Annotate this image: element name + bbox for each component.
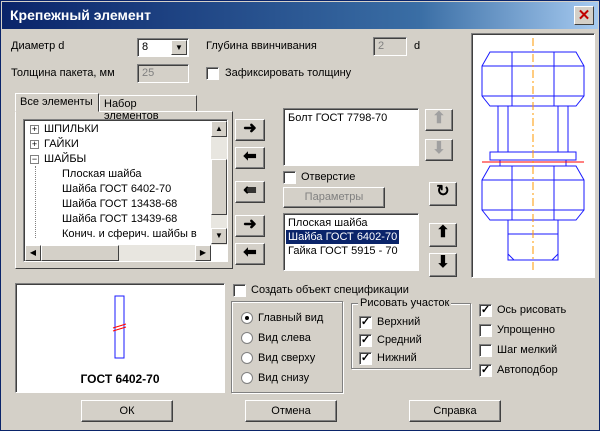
bolt-list[interactable]: Болт ГОСТ 7798-70	[283, 108, 419, 166]
list-item[interactable]: Плоская шайба	[286, 216, 370, 230]
depth-input[interactable]: 2	[373, 37, 407, 56]
tab-element-set[interactable]: Набор элементов	[99, 95, 197, 122]
draw-section-label: Средний	[377, 334, 422, 346]
ok-button[interactable]: ОК	[81, 400, 173, 422]
list-item[interactable]: Болт ГОСТ 7798-70	[286, 111, 389, 125]
move-down-button-disabled[interactable]: ⬇	[425, 139, 453, 161]
depth-unit: d	[414, 40, 421, 52]
remove-left-button-2[interactable]: ⬅	[235, 243, 265, 265]
view-label: Вид слева	[258, 332, 311, 344]
thickness-label: Толщина пакета, мм	[11, 67, 115, 79]
draw-section-title: Рисовать участок	[358, 297, 452, 309]
tree-hscrollbar[interactable]: ◀ ▶	[25, 245, 211, 261]
expand-icon[interactable]: +	[30, 140, 39, 149]
window-title: Крепежный элемент	[10, 7, 151, 23]
diameter-combo[interactable]: 8 ▼	[137, 38, 189, 57]
thickness-value: 25	[142, 67, 155, 79]
hole-label: Отверстие	[301, 171, 356, 183]
tree-group-label: ГАЙКИ	[44, 138, 79, 150]
view-radio-bottom[interactable]	[241, 372, 253, 384]
simplified-checkbox[interactable]	[479, 324, 492, 337]
tab-all-elements[interactable]: Все элементы	[15, 93, 99, 112]
fix-thickness-label: Зафиксировать толщину	[225, 67, 352, 79]
create-spec-checkbox[interactable]	[233, 284, 246, 297]
option-label: Шаг мелкий	[497, 344, 558, 356]
create-spec-label: Создать объект спецификации	[251, 284, 409, 296]
set-list[interactable]: Плоская шайба Шайба ГОСТ 6402-70 Гайка Г…	[283, 213, 419, 271]
tree-item[interactable]: Конич. и сферич. шайбы в сбо	[62, 227, 212, 242]
option-label: Ось рисовать	[497, 304, 567, 316]
diameter-label: Диаметр d	[11, 40, 65, 52]
tree-line	[35, 166, 36, 238]
assembly-preview	[471, 33, 595, 278]
fix-thickness-checkbox[interactable]	[206, 67, 219, 80]
draw-section-label: Нижний	[377, 352, 417, 364]
draw-upper-checkbox[interactable]: ✓	[359, 316, 372, 329]
chevron-down-icon[interactable]: ▼	[171, 40, 187, 55]
diameter-value: 8	[142, 41, 149, 53]
tab-all-elements-label: Все элементы	[20, 96, 93, 108]
scroll-down-icon[interactable]: ▼	[211, 228, 227, 244]
scroll-left-icon[interactable]: ◀	[25, 245, 41, 261]
draw-section-label: Верхний	[377, 316, 421, 328]
depth-value: 2	[378, 40, 385, 52]
element-tree[interactable]: + ШПИЛЬКИ + ГАЙКИ − ШАЙБЫ Плоская шайба …	[23, 119, 228, 262]
view-label: Главный вид	[258, 312, 324, 324]
scroll-thumb[interactable]	[211, 159, 227, 215]
option-label: Упрощенно	[497, 324, 555, 336]
title-bar[interactable]: Крепежный элемент ✕	[2, 2, 598, 29]
add-right-button[interactable]: ➜	[235, 119, 265, 141]
preview-caption: ГОСТ 6402-70	[80, 372, 160, 386]
cancel-button[interactable]: Отмена	[245, 400, 337, 422]
option-label: Автоподбор	[497, 364, 558, 376]
view-radio-left[interactable]	[241, 332, 253, 344]
tree-item[interactable]: Плоская шайба	[62, 167, 142, 182]
hole-checkbox[interactable]	[283, 171, 296, 184]
tree-item[interactable]: Шайба ГОСТ 6402-70	[62, 182, 171, 197]
list-item[interactable]: Гайка ГОСТ 5915 - 70	[286, 244, 400, 258]
tree-group-label: ШПИЛЬКИ	[44, 123, 99, 135]
collapse-icon[interactable]: −	[30, 155, 39, 164]
remove-left-button[interactable]: ⬅	[235, 147, 265, 169]
draw-axis-checkbox[interactable]: ✓	[479, 304, 492, 317]
washer-preview-drawing	[112, 295, 127, 359]
fine-pitch-checkbox[interactable]	[479, 344, 492, 357]
expand-icon[interactable]: +	[30, 125, 39, 134]
parameters-button[interactable]: Параметры	[283, 187, 385, 208]
help-button[interactable]: Справка	[409, 400, 501, 422]
move-up-button-disabled[interactable]: ⬆	[425, 109, 453, 131]
tree-group-label: ШАЙБЫ	[44, 153, 87, 165]
view-radio-top[interactable]	[241, 352, 253, 364]
tree-item[interactable]: Шайба ГОСТ 13438-68	[62, 197, 177, 212]
view-radio-main[interactable]	[241, 312, 253, 324]
thickness-input[interactable]: 25	[137, 64, 189, 83]
depth-label: Глубина ввинчивания	[206, 40, 317, 52]
tree-item[interactable]: Шайба ГОСТ 13439-68	[62, 212, 177, 227]
draw-lower-checkbox[interactable]: ✓	[359, 352, 372, 365]
auto-select-checkbox[interactable]: ✓	[479, 364, 492, 377]
move-up-button[interactable]: ⬆	[429, 223, 457, 247]
tree-vscrollbar[interactable]: ▲ ▼	[211, 121, 227, 245]
scroll-thumb[interactable]	[41, 245, 119, 261]
view-label: Вид снизу	[258, 372, 310, 384]
close-button[interactable]: ✕	[574, 6, 594, 25]
scroll-right-icon[interactable]: ▶	[195, 245, 211, 261]
move-down-button[interactable]: ⬇	[429, 253, 457, 277]
dialog-window: Крепежный элемент ✕ Диаметр d 8 ▼ Глубин…	[0, 0, 600, 431]
add-right-button-2[interactable]: ➜	[235, 215, 265, 237]
remove-all-left-button[interactable]: ⇚	[235, 181, 265, 203]
scroll-up-icon[interactable]: ▲	[211, 121, 227, 137]
list-item-selected[interactable]: Шайба ГОСТ 6402-70	[286, 230, 400, 244]
refresh-button[interactable]: ↻	[429, 182, 457, 206]
view-label: Вид сверху	[258, 352, 316, 364]
bolt-assembly-drawing	[481, 38, 585, 272]
element-preview: ГОСТ 6402-70	[15, 283, 225, 393]
draw-middle-checkbox[interactable]: ✓	[359, 334, 372, 347]
